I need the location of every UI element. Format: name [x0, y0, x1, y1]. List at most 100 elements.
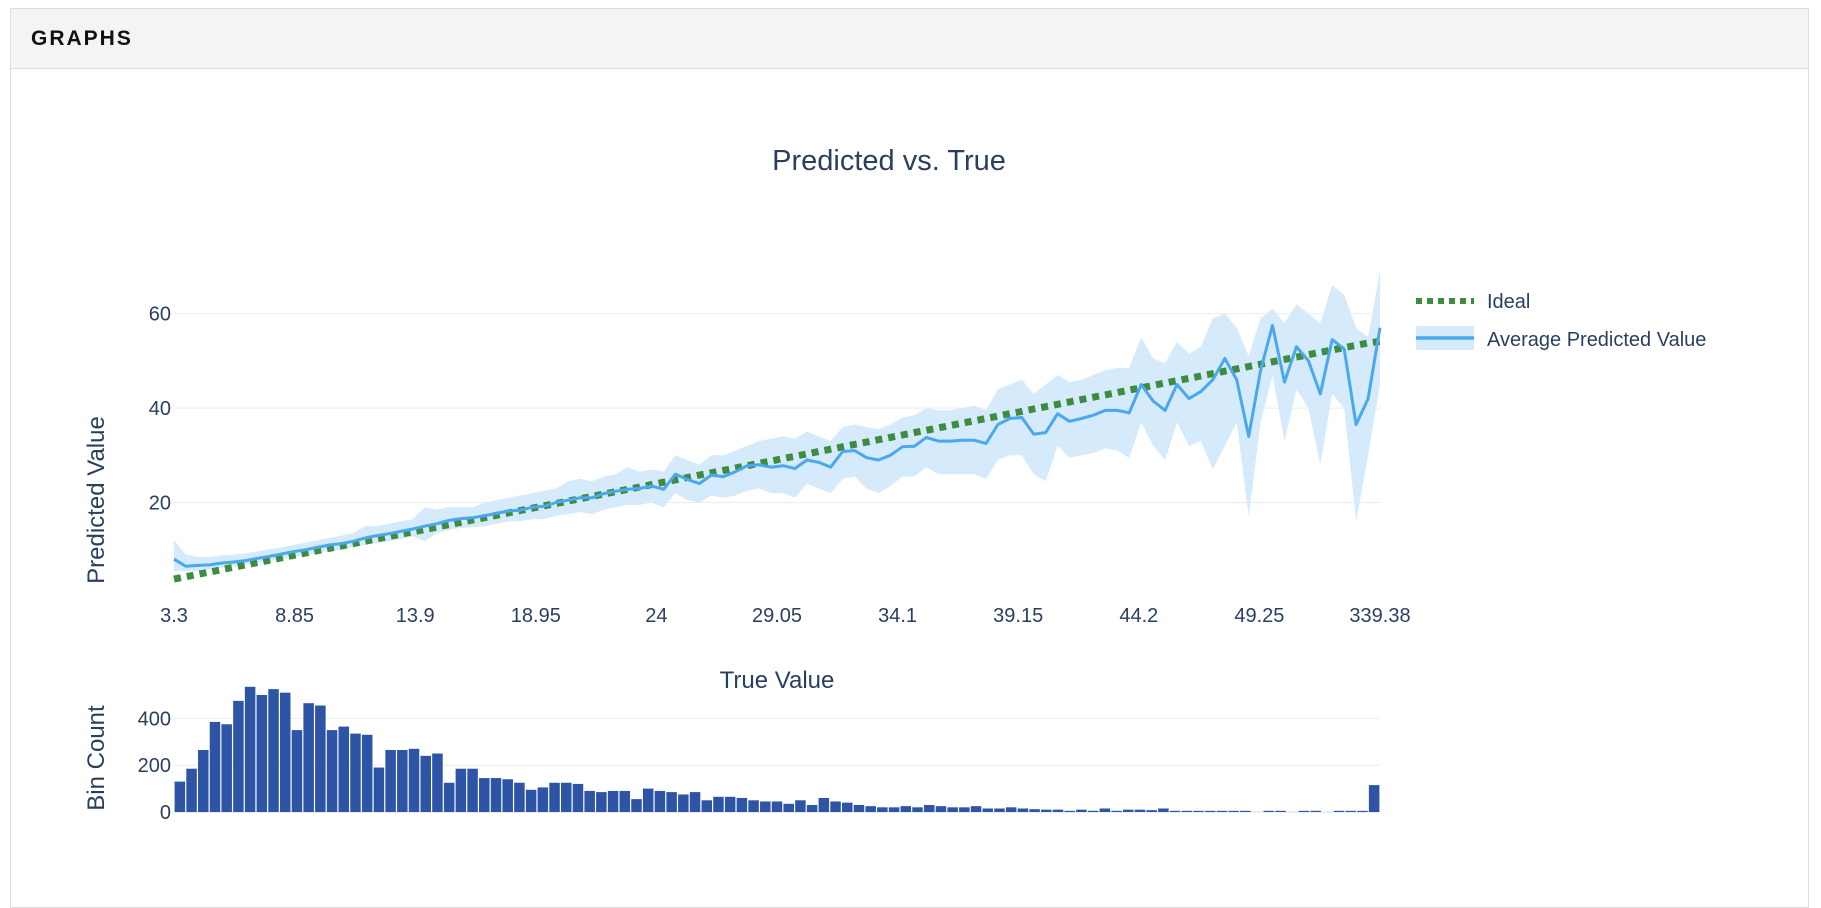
histogram-bar — [326, 730, 338, 812]
histogram-bar — [1146, 810, 1157, 812]
histogram-bar — [1064, 810, 1075, 812]
histogram-bar — [1099, 808, 1111, 812]
histogram-bar — [303, 703, 314, 812]
histogram-bar — [713, 796, 724, 812]
histogram-y-tick-label: 400 — [138, 708, 171, 730]
histogram-bar — [244, 686, 256, 812]
histogram-bar — [467, 768, 478, 812]
histogram-bar — [1240, 810, 1251, 812]
histogram-bar — [350, 733, 361, 812]
histogram-bar — [853, 804, 865, 812]
histogram-bar — [373, 767, 385, 812]
histogram-bar — [1357, 810, 1368, 812]
histogram-bar — [443, 782, 455, 812]
histogram-bar — [947, 807, 958, 812]
main-x-tick-label: 339.38 — [1349, 605, 1410, 627]
plot-title: Predicted vs. True — [772, 145, 1006, 177]
histogram-bar — [1029, 809, 1040, 812]
main-x-tick-label: 8.85 — [275, 605, 314, 627]
histogram-bar — [959, 807, 970, 812]
histogram-bar — [525, 789, 537, 812]
histogram-bar — [619, 790, 631, 812]
histogram-bar — [198, 749, 209, 812]
histogram-y-axis-title: Bin Count — [83, 705, 110, 811]
histogram-bar — [361, 734, 373, 812]
histogram-bar — [549, 782, 560, 812]
main-x-tick-label: 34.1 — [878, 605, 917, 627]
histogram-bar — [432, 753, 443, 812]
histogram-bar — [818, 797, 830, 812]
histogram-bar — [502, 779, 513, 812]
histogram-bar — [1275, 810, 1286, 812]
histogram-bar — [455, 768, 467, 812]
legend[interactable]: Ideal Average Predicted Value — [1416, 291, 1706, 351]
prediction-band — [174, 271, 1380, 571]
histogram-bar — [420, 755, 431, 812]
main-x-tick-label: 3.3 — [160, 605, 188, 627]
main-x-tick-label: 24 — [645, 605, 667, 627]
histogram-bar — [408, 748, 420, 812]
histogram-bar — [397, 749, 408, 812]
histogram-bar — [1298, 810, 1310, 812]
histogram-bar — [1204, 810, 1216, 812]
histogram-bar — [760, 801, 771, 812]
ideal-series-line — [173, 338, 1381, 583]
main-x-tick-labels: 3.3 8.85 13.9 18.95 24 29.05 34.1 39.15 44.2 49.2… — [160, 605, 1410, 627]
histogram-bar — [970, 806, 982, 812]
histogram-bar — [1087, 810, 1099, 812]
histogram-bar — [900, 806, 912, 812]
x-axis-title: True Value — [720, 667, 835, 694]
histogram-bar — [174, 781, 186, 812]
chart-canvas: Predicted vs. True 20 40 60 3.3 8.85 13.9 18.… — [83, 145, 1706, 824]
histogram-bar — [795, 800, 806, 812]
main-y-tick-label: 60 — [149, 304, 171, 326]
legend-ideal-label: Ideal — [1487, 291, 1530, 313]
legend-item-ideal[interactable]: Ideal — [1416, 291, 1530, 313]
histogram-bar — [268, 689, 279, 812]
histogram-bar — [1228, 810, 1239, 812]
histogram-bar — [279, 692, 291, 812]
histogram-bar — [1158, 808, 1169, 812]
main-y-axis-title: Predicted Value — [83, 416, 110, 584]
histogram-bar — [1017, 808, 1029, 812]
histogram-bar — [572, 783, 584, 812]
histogram-bar — [783, 803, 794, 812]
main-x-tick-label: 29.05 — [752, 605, 802, 627]
histogram-bar — [1134, 809, 1146, 812]
histogram-bar — [1123, 809, 1134, 812]
histogram-bar — [1216, 810, 1228, 812]
histogram-bar — [678, 794, 689, 812]
histogram-y-tick-label: 0 — [160, 802, 171, 824]
histogram-bar — [209, 721, 221, 812]
main-y-tick-label: 40 — [149, 398, 171, 420]
histogram-bar — [806, 804, 818, 812]
main-x-tick-label: 49.25 — [1234, 605, 1284, 627]
histogram-bar — [1193, 810, 1204, 812]
histogram-bar — [689, 792, 701, 812]
histogram-bar — [607, 790, 619, 812]
histogram-bar — [479, 778, 490, 812]
legend-item-average[interactable]: Average Predicted Value — [1416, 326, 1706, 351]
histogram-bars — [174, 686, 1380, 812]
main-x-tick-label: 39.15 — [993, 605, 1043, 627]
histogram-bar — [748, 800, 759, 812]
main-y-tick-label: 20 — [149, 493, 171, 515]
main-x-tick-label: 13.9 — [396, 605, 435, 627]
histogram-bar — [631, 799, 642, 812]
histogram-bar — [701, 800, 712, 812]
histogram-bar — [724, 796, 736, 812]
histogram-bar — [736, 797, 748, 812]
histogram-bar — [1181, 810, 1193, 812]
histogram-bar — [338, 726, 350, 812]
histogram-bar — [982, 808, 994, 812]
histogram-bar — [221, 724, 232, 812]
histogram-bar — [994, 808, 1005, 812]
histogram-bar — [830, 801, 841, 812]
histogram-bar — [1310, 810, 1321, 812]
histogram-bar — [584, 790, 595, 812]
main-x-tick-label: 44.2 — [1119, 605, 1158, 627]
histogram-bar — [291, 730, 303, 812]
histogram-bar — [1368, 785, 1380, 812]
histogram-bar — [1041, 809, 1052, 812]
main-y-tick-labels: 20 40 60 — [149, 304, 171, 515]
